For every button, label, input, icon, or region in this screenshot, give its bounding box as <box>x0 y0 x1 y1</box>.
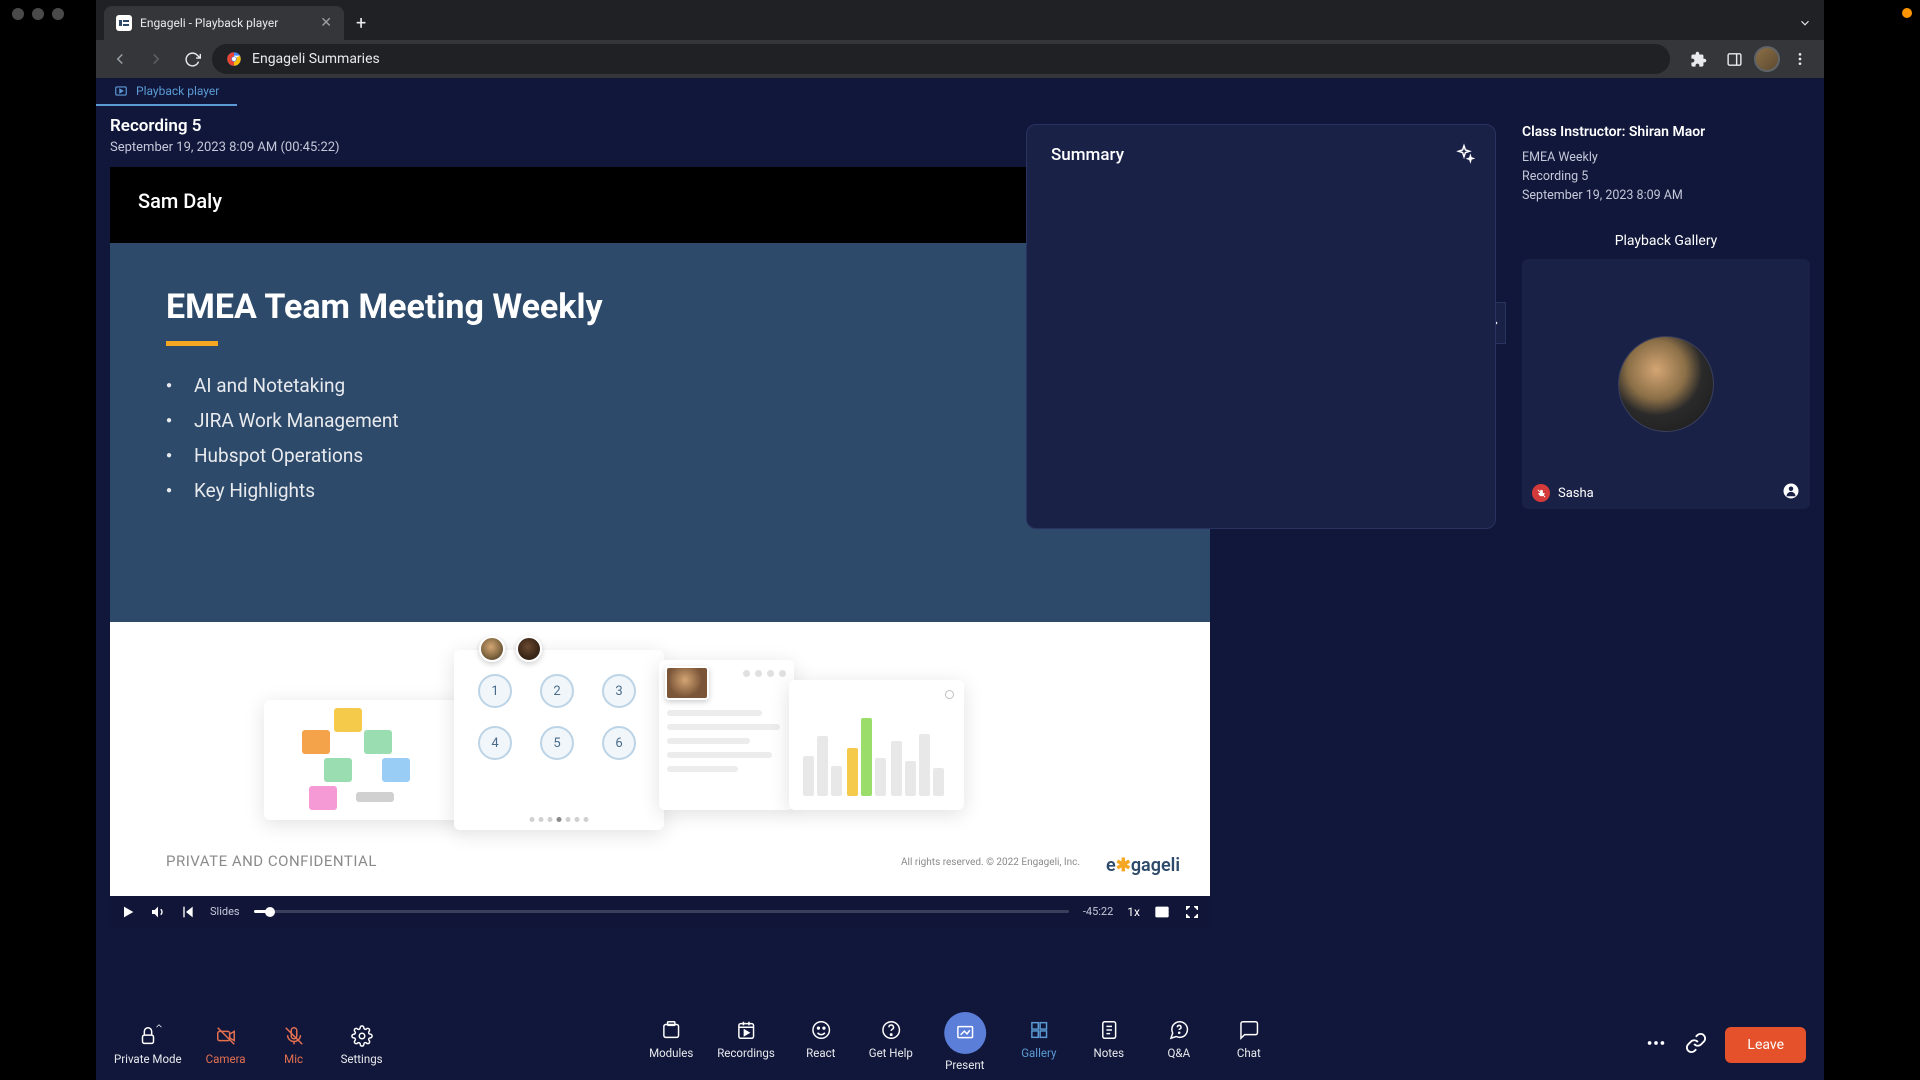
slide-bullet: Hubspot Operations <box>166 444 1154 467</box>
prev-button[interactable] <box>180 904 196 920</box>
participant-name: Sasha <box>1558 486 1594 501</box>
get-help-button[interactable]: Get Help <box>867 1018 915 1060</box>
browser-window: Engageli - Playback player ✕ + Engageli … <box>96 0 1824 1080</box>
slide-bullet: AI and Notetaking <box>166 374 1154 397</box>
tab-title: Engageli - Playback player <box>140 16 312 30</box>
react-button[interactable]: React <box>797 1018 845 1060</box>
speed-button[interactable]: 1x <box>1127 905 1140 919</box>
slide-footer-right: All rights reserved. © 2022 Engageli, In… <box>901 857 1080 868</box>
gallery-label: Playback Gallery <box>1522 233 1810 249</box>
instructor-label: Class Instructor: Shiran Maor <box>1522 124 1810 140</box>
slide-footer-left: PRIVATE AND CONFIDENTIAL <box>166 852 377 870</box>
app-root: Playback player Recording 5 September 19… <box>96 78 1824 1080</box>
sidebar-recording: Recording 5 <box>1522 169 1810 184</box>
qa-label: Q&A <box>1168 1046 1191 1060</box>
reload-button[interactable] <box>176 43 208 75</box>
present-button[interactable]: Present <box>937 1018 993 1072</box>
macos-traffic-lights <box>12 8 64 20</box>
settings-label: Settings <box>341 1052 383 1066</box>
course-name: EMEA Weekly <box>1522 150 1810 165</box>
slide-illustration: 123 456 <box>264 517 1056 830</box>
leave-button[interactable]: Leave <box>1725 1027 1806 1063</box>
app-tab-strip: Playback player <box>96 78 1824 106</box>
forward-button[interactable] <box>140 43 172 75</box>
recordings-label: Recordings <box>717 1046 775 1060</box>
get-help-label: Get Help <box>869 1046 913 1060</box>
qa-button[interactable]: Q&A <box>1155 1018 1203 1060</box>
play-button[interactable] <box>120 904 136 920</box>
engageli-logo: e✱gageli <box>1106 855 1180 876</box>
react-label: React <box>806 1046 835 1060</box>
modules-button[interactable]: Modules <box>647 1018 695 1060</box>
sidepanel-icon[interactable] <box>1718 43 1750 75</box>
summary-panel: Summary <box>1026 124 1496 529</box>
traffic-light-close[interactable] <box>12 8 24 20</box>
modules-label: Modules <box>649 1046 693 1060</box>
window-indicator-icon <box>1902 8 1912 18</box>
right-panel: Class Instructor: Shiran Maor EMEA Weekl… <box>1504 106 1824 1010</box>
chrome-menu-icon[interactable] <box>1784 43 1816 75</box>
browser-tab[interactable]: Engageli - Playback player ✕ <box>104 6 344 40</box>
settings-button[interactable]: Settings <box>338 1024 386 1066</box>
tab-playback-player[interactable]: Playback player <box>96 78 237 106</box>
address-bar[interactable]: Engageli Summaries <box>212 44 1670 74</box>
chat-label: Chat <box>1237 1046 1261 1060</box>
slide-title: EMEA Team Meeting Weekly <box>166 287 1154 327</box>
seek-thumb[interactable] <box>265 907 275 917</box>
playback-controls: Slides -45:22 1x <box>110 896 1210 928</box>
copy-link-button[interactable] <box>1685 1032 1707 1058</box>
app-tab-label: Playback player <box>136 84 219 98</box>
extensions-icon[interactable] <box>1682 43 1714 75</box>
gallery-button[interactable]: Gallery <box>1015 1018 1063 1060</box>
mic-label: Mic <box>284 1052 303 1066</box>
site-info-icon[interactable] <box>226 51 242 67</box>
seek-track[interactable] <box>254 910 1069 913</box>
gallery-label-btn: Gallery <box>1021 1046 1056 1060</box>
address-text: Engageli Summaries <box>252 51 380 67</box>
profile-avatar[interactable] <box>1754 46 1780 72</box>
traffic-light-minimize[interactable] <box>32 8 44 20</box>
slide-bullet: JIRA Work Management <box>166 409 1154 432</box>
new-tab-button[interactable]: + <box>344 6 378 40</box>
mic-button[interactable]: Mic <box>270 1024 318 1066</box>
browser-tab-bar: Engageli - Playback player ✕ + <box>96 0 1824 40</box>
private-mode-button[interactable]: Private Mode <box>114 1024 182 1066</box>
more-menu-button[interactable] <box>1645 1032 1667 1058</box>
notes-label: Notes <box>1094 1046 1125 1060</box>
present-label: Present <box>945 1058 984 1072</box>
participant-avatar <box>1618 336 1714 432</box>
slides-label: Slides <box>210 905 240 918</box>
chat-button[interactable]: Chat <box>1225 1018 1273 1060</box>
camera-button[interactable]: Camera <box>202 1024 250 1066</box>
ai-sparkle-icon[interactable] <box>1453 143 1475 169</box>
bottom-toolbar: Private Mode Camera Mic Settings <box>96 1010 1824 1080</box>
private-mode-label: Private Mode <box>114 1052 182 1066</box>
time-remaining: -45:22 <box>1083 905 1113 918</box>
person-icon[interactable] <box>1782 482 1800 504</box>
volume-button[interactable] <box>150 904 166 920</box>
pip-button[interactable] <box>1154 904 1170 920</box>
notes-button[interactable]: Notes <box>1085 1018 1133 1060</box>
browser-toolbar: Engageli Summaries <box>96 40 1824 78</box>
slide-bullet: Key Highlights <box>166 479 1154 502</box>
camera-label: Camera <box>206 1052 246 1066</box>
center-area: Recording 5 September 19, 2023 8:09 AM (… <box>96 106 1504 1010</box>
traffic-light-zoom[interactable] <box>52 8 64 20</box>
slide-underline <box>166 341 218 346</box>
mic-muted-icon <box>1532 484 1550 502</box>
fullscreen-button[interactable] <box>1184 904 1200 920</box>
recordings-button[interactable]: Recordings <box>717 1018 775 1060</box>
tabs-dropdown-icon[interactable] <box>1798 6 1812 40</box>
tab-close-icon[interactable]: ✕ <box>320 15 332 31</box>
tab-favicon-icon <box>116 15 132 31</box>
slide-bullets: AI and Notetaking JIRA Work Management H… <box>166 374 1154 502</box>
back-button[interactable] <box>104 43 136 75</box>
sidebar-datetime: September 19, 2023 8:09 AM <box>1522 188 1810 203</box>
summary-title: Summary <box>1051 145 1471 165</box>
gallery-tile[interactable]: Sasha <box>1522 259 1810 509</box>
